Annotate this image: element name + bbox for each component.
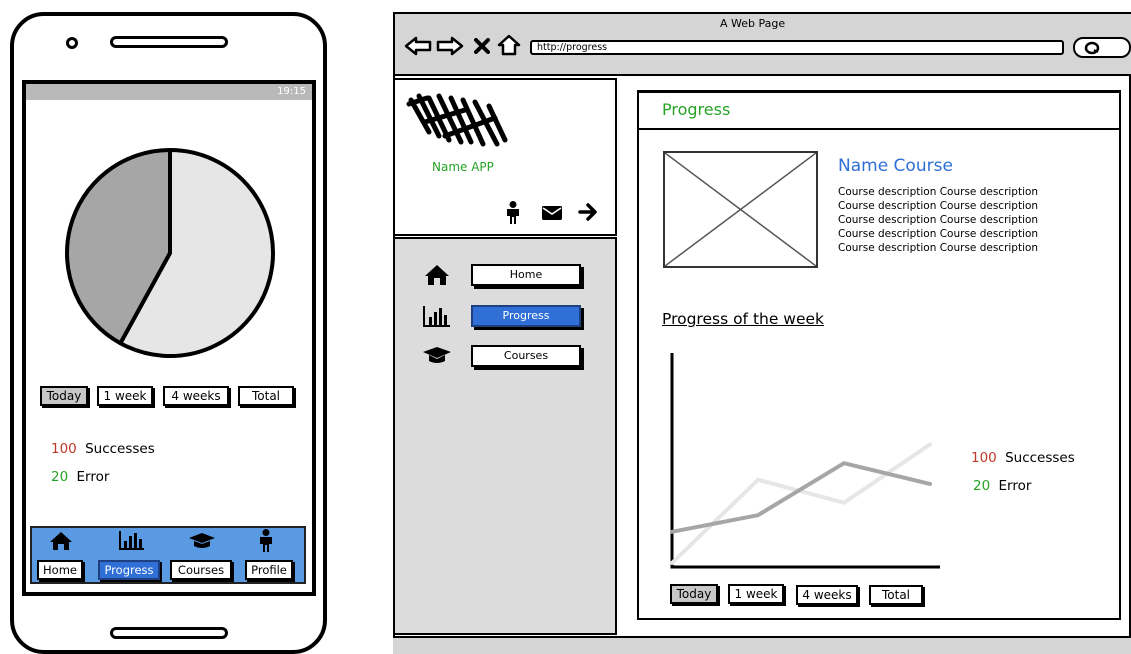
close-icon[interactable]: [474, 38, 490, 54]
course-description: Course description Course description Co…: [838, 185, 1038, 255]
page-title: Progress: [662, 100, 731, 119]
url-bar[interactable]: http://progress: [530, 40, 1064, 55]
description-line: Course description Course description: [838, 242, 1039, 254]
chart-title: Progress of the week: [662, 310, 825, 328]
browser-stat-successes: 100 Successes: [971, 450, 1075, 466]
graduation-cap-icon[interactable]: [188, 532, 216, 550]
browser-filter-1-week[interactable]: 1 week: [728, 584, 784, 604]
stat-value: 100: [971, 450, 997, 466]
stat-value: 20: [51, 469, 69, 485]
phone-status-bar: 19:15: [26, 84, 312, 100]
browser-filter-today[interactable]: Today: [670, 584, 718, 604]
course-name[interactable]: Name Course: [838, 156, 953, 176]
stat-label: Successes: [85, 441, 155, 457]
sidebar-item-courses[interactable]: Courses: [471, 345, 581, 367]
description-line: Course description Course description: [838, 228, 1039, 240]
status-time: 19:15: [277, 86, 306, 97]
browser-filter-4-weeks[interactable]: 4 weeks: [796, 585, 858, 605]
description-line: Course description Course description: [838, 200, 1039, 212]
stat-label: Successes: [1005, 450, 1075, 466]
pie-chart: [65, 148, 275, 358]
course-image-placeholder: [663, 151, 818, 268]
user-icon[interactable]: [258, 529, 274, 553]
browser-stat-error: 20 Error: [973, 478, 1031, 494]
stat-value: 100: [51, 441, 77, 457]
phone-nav-progress[interactable]: Progress: [98, 560, 160, 580]
line-series-1: [670, 442, 932, 565]
window-title: A Web Page: [720, 17, 786, 30]
phone-filter-4-weeks[interactable]: 4 weeks: [163, 386, 229, 406]
stat-label: Error: [76, 469, 110, 485]
sidebar-item-home[interactable]: Home: [471, 264, 581, 286]
home-icon[interactable]: [49, 531, 73, 551]
description-line: Course description Course description: [838, 214, 1039, 226]
forward-arrow-icon[interactable]: [436, 36, 464, 56]
sidebar-item-progress[interactable]: Progress: [471, 305, 581, 327]
app-logo: [406, 93, 508, 147]
phone-speaker: [110, 36, 228, 48]
stat-value: 20: [973, 478, 991, 494]
phone-nav-home[interactable]: Home: [37, 560, 83, 580]
arrow-right-icon[interactable]: [578, 203, 598, 221]
graduation-cap-icon: [423, 347, 451, 363]
phone-filter-1-week[interactable]: 1 week: [97, 386, 153, 406]
stat-label: Error: [998, 478, 1032, 494]
description-line: Course description Course description: [838, 186, 1039, 198]
search-icon: [1084, 41, 1100, 55]
user-icon[interactable]: [505, 201, 521, 225]
envelope-icon[interactable]: [541, 205, 563, 221]
phone-nav-profile[interactable]: Profile: [245, 560, 293, 580]
browser-status-bar: [393, 636, 1131, 654]
phone-stat-successes: 100 Successes: [51, 441, 155, 457]
back-arrow-icon[interactable]: [404, 36, 432, 56]
sidebar: [393, 237, 617, 635]
line-chart: [670, 353, 940, 569]
home-icon: [425, 265, 449, 285]
line-series-0: [670, 461, 932, 534]
phone-stat-error: 20 Error: [51, 469, 109, 485]
search-box[interactable]: [1073, 37, 1131, 58]
bar-chart-icon[interactable]: [119, 530, 145, 550]
phone-filter-total[interactable]: Total: [238, 386, 294, 406]
phone-nav-courses[interactable]: Courses: [170, 560, 232, 580]
browser-filter-total[interactable]: Total: [869, 585, 923, 605]
phone-filter-today[interactable]: Today: [40, 386, 88, 406]
app-name: Name APP: [432, 160, 494, 174]
phone-home-button[interactable]: [110, 627, 228, 639]
phone-camera: [66, 37, 78, 49]
home-icon[interactable]: [497, 34, 521, 56]
bar-chart-icon: [423, 306, 450, 327]
